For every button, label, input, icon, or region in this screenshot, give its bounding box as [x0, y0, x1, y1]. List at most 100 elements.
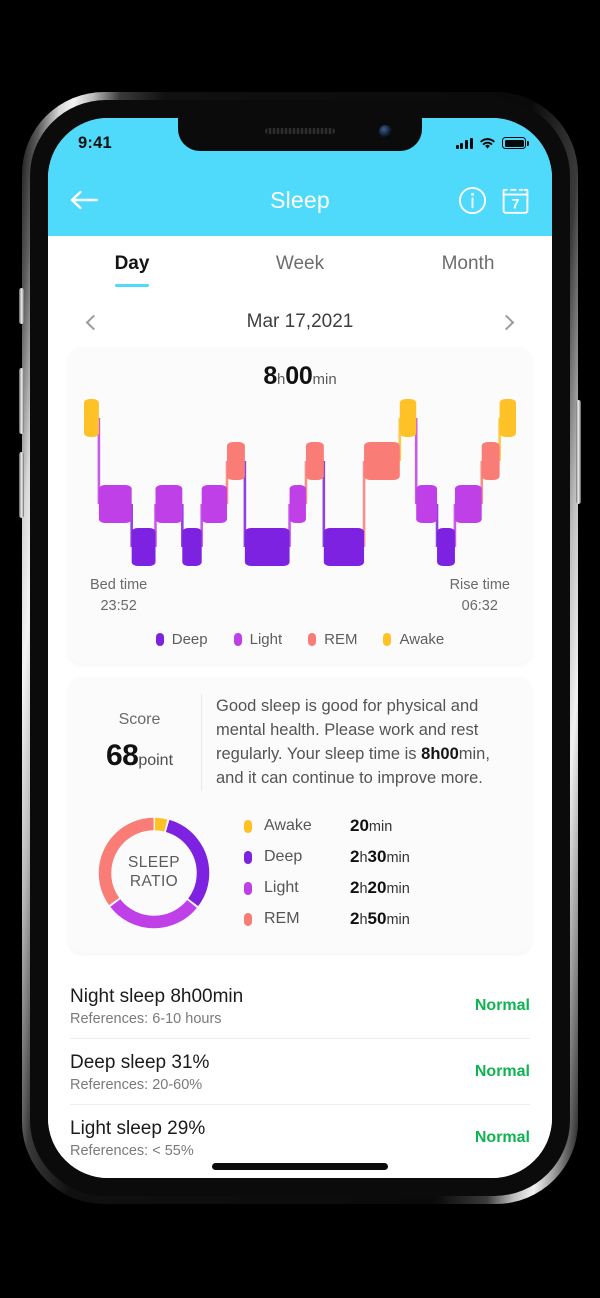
sleep-chart-card: 8h00min Bed time 23:52 Rise time 06:32 D… — [68, 348, 532, 665]
calendar-day-text: 7 — [512, 195, 520, 211]
volume-down-button[interactable] — [19, 452, 24, 518]
donut-center-label: SLEEP RATIO — [92, 811, 216, 935]
power-button[interactable] — [576, 400, 581, 504]
hypnogram-segment-rem — [227, 442, 245, 480]
ratio-value: 2h30min — [350, 847, 410, 867]
donut-label-line1: SLEEP — [128, 853, 180, 871]
legend-item-deep: Deep — [155, 631, 208, 649]
ratio-item-light: Light 2h20min — [244, 878, 514, 898]
hypnogram-segment-awake — [499, 399, 516, 437]
hypnogram-segment-awake — [84, 399, 99, 437]
hypnogram-segment-rem — [364, 442, 400, 480]
metric-info: Night sleep 8h00min References: 6-10 hour… — [70, 986, 243, 1027]
score-description-duration: 8h00 — [421, 744, 459, 763]
battery-icon — [502, 137, 529, 149]
hypnogram-segment-awake — [399, 399, 417, 437]
ratio-item-awake: Awake 20min — [244, 816, 514, 836]
hypnogram-segment-deep — [244, 528, 290, 566]
ratio-minutes: 20 — [350, 816, 369, 836]
score-description: Good sleep is good for physical and ment… — [216, 694, 516, 791]
metric-row[interactable]: Light sleep 29% References: < 55% Normal — [70, 1105, 530, 1170]
metric-row[interactable]: Night sleep 8h00min References: 6-10 hour… — [70, 973, 530, 1039]
hypnogram-segment-rem — [305, 442, 324, 480]
current-date-label: Mar 17,2021 — [246, 311, 354, 332]
ratio-name: REM — [264, 910, 300, 928]
total-minutes-unit: min — [312, 371, 337, 388]
sleep-score-card: Score 68point Good sleep is good for phy… — [68, 678, 532, 953]
rise-time: Rise time 06:32 — [450, 575, 510, 617]
tab-week[interactable]: Week — [216, 253, 384, 279]
ratio-dot-light-icon — [244, 881, 252, 895]
hypnogram-segment-deep — [437, 528, 455, 566]
hypnogram-segment-light — [289, 485, 306, 523]
total-sleep-duration: 8h00min — [84, 362, 516, 391]
phone-screen: 9:41 Sleep 7 Day Week Month Mar 17,2021 … — [48, 118, 552, 1178]
legend-label: Deep — [171, 631, 208, 649]
legend-dot-deep-icon — [155, 633, 164, 647]
donut-label-line2: RATIO — [129, 872, 179, 890]
bed-time: Bed time 23:52 — [90, 575, 147, 617]
metric-row[interactable]: Deep sleep 31% References: 20-60% Normal — [70, 1039, 530, 1105]
mute-switch-button[interactable] — [19, 288, 24, 324]
volume-up-button[interactable] — [19, 368, 24, 434]
info-icon[interactable] — [458, 186, 487, 215]
screenshot-root: 9:41 Sleep 7 Day Week Month Mar 17,2021 … — [0, 0, 600, 1298]
ratio-name: Light — [264, 879, 299, 897]
metric-title: Deep sleep 31% — [70, 1051, 210, 1073]
ratio-value: 2h50min — [350, 909, 410, 929]
score-value-group: 68point — [106, 739, 173, 773]
legend-item-rem: REM — [308, 631, 357, 648]
cellular-signal-icon — [455, 137, 473, 149]
hypnogram-segment-light — [201, 485, 228, 523]
score-label: Score — [118, 711, 161, 729]
status-badge: Normal — [474, 1063, 530, 1081]
legend-dot-light-icon — [233, 633, 242, 647]
metric-reference: References: < 55% — [70, 1142, 194, 1159]
sleep-ratio-donut: SLEEP RATIO — [92, 811, 216, 935]
hypnogram-segment-deep — [323, 528, 365, 566]
ratio-hours-unit: h — [359, 912, 368, 929]
chevron-right-icon[interactable] — [498, 314, 515, 330]
score-unit: point — [138, 752, 174, 770]
legend-label: Awake — [399, 631, 445, 649]
wifi-icon — [480, 137, 495, 149]
calendar-icon[interactable]: 7 — [501, 186, 530, 215]
ratio-value: 20min — [350, 816, 392, 836]
ratio-dot-deep-icon — [244, 850, 252, 864]
chevron-left-icon[interactable] — [85, 314, 102, 330]
hypnogram-segment-light — [416, 485, 438, 523]
ratio-name: Deep — [264, 848, 303, 866]
scroll-content[interactable]: 8h00min Bed time 23:52 Rise time 06:32 D… — [48, 348, 552, 1178]
ratio-minutes-unit: min — [386, 912, 410, 929]
score-value: 68 — [105, 739, 139, 773]
score-description-min: min — [458, 744, 486, 763]
period-tabs: Day Week Month — [48, 236, 552, 296]
status-bar-icons — [455, 137, 529, 150]
status-badge: Normal — [474, 997, 530, 1015]
legend-item-awake: Awake — [383, 631, 444, 648]
header-actions: 7 — [458, 186, 530, 215]
metric-info: Light sleep 29% References: < 55% — [70, 1118, 205, 1159]
ratio-minutes-unit: min — [368, 819, 393, 836]
metric-title: Light sleep 29% — [70, 1117, 206, 1139]
ratio-dot-rem-icon — [244, 912, 252, 926]
legend-dot-rem-icon — [308, 633, 317, 647]
ratio-hours-unit: h — [359, 850, 368, 867]
ratio-minutes: 30 — [367, 847, 387, 867]
hypnogram-segment-light — [98, 485, 132, 523]
bed-time-label: Bed time — [90, 577, 148, 593]
legend-dot-awake-icon — [383, 633, 392, 647]
ratio-value: 2h20min — [350, 878, 410, 898]
legend-label: Light — [249, 631, 283, 649]
tab-day[interactable]: Day — [48, 253, 216, 279]
back-arrow-icon[interactable] — [70, 189, 100, 211]
home-indicator[interactable] — [212, 1163, 388, 1170]
ratio-item-deep: Deep 2h30min — [244, 847, 514, 867]
date-navigator: Mar 17,2021 — [48, 296, 552, 348]
tab-month[interactable]: Month — [384, 253, 552, 279]
legend-item-light: Light — [233, 631, 283, 649]
metric-info: Deep sleep 31% References: 20-60% — [70, 1052, 209, 1093]
total-hours: 8 — [263, 362, 277, 390]
hypnogram-segment-deep — [182, 528, 202, 566]
ratio-minutes-unit: min — [386, 850, 410, 867]
